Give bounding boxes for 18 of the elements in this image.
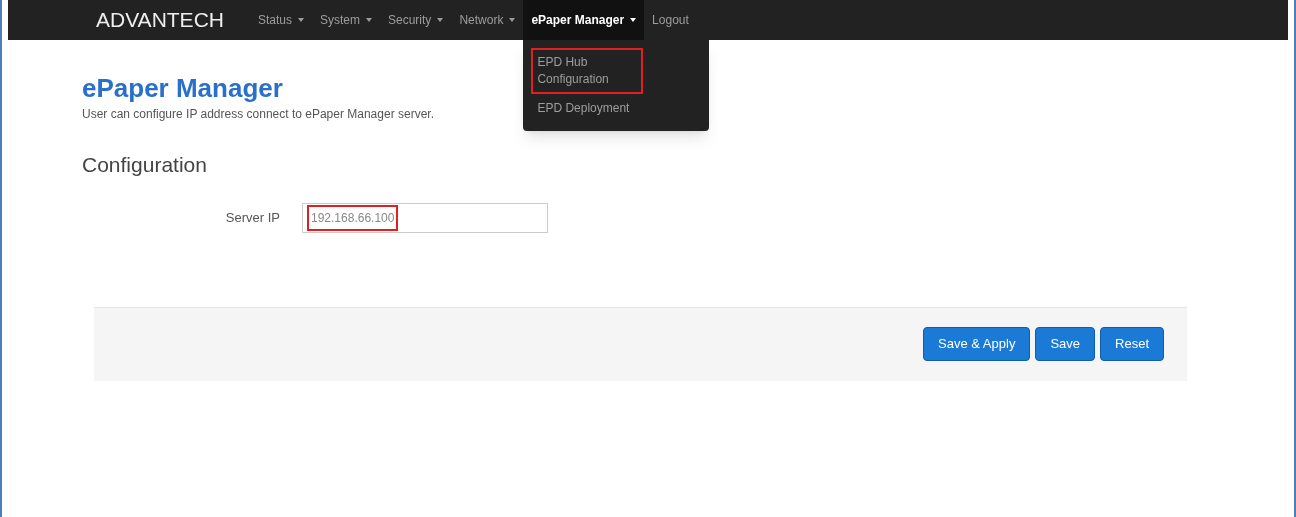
- nav-item[interactable]: ePaper Manager: [523, 0, 645, 40]
- nav-item[interactable]: System: [312, 0, 380, 40]
- action-button[interactable]: Reset: [1100, 327, 1164, 361]
- section-title: Configuration: [82, 152, 207, 178]
- nav-item[interactable]: Status: [249, 0, 312, 40]
- page-description: User can configure IP address connect to ePaper Manager server.: [82, 106, 434, 123]
- page-title: ePaper Manager: [82, 73, 283, 103]
- action-button[interactable]: Save: [1035, 327, 1096, 361]
- brand-logo[interactable]: ADVANTECH: [96, 4, 224, 36]
- dropdown-item[interactable]: EPD Hub Configuration: [531, 48, 644, 94]
- field-label: Server IP: [224, 208, 281, 227]
- action-button[interactable]: Save & Apply: [923, 327, 1031, 361]
- nav-item[interactable]: Logout: [644, 0, 697, 40]
- nav-item[interactable]: Network: [451, 0, 524, 40]
- dropdown-item[interactable]: EPD Deployment: [531, 94, 644, 123]
- field-value: 192.168.66.100: [307, 204, 399, 231]
- input-field[interactable]: 192.168.66.100: [302, 202, 548, 233]
- nav-item[interactable]: Security: [380, 0, 452, 40]
